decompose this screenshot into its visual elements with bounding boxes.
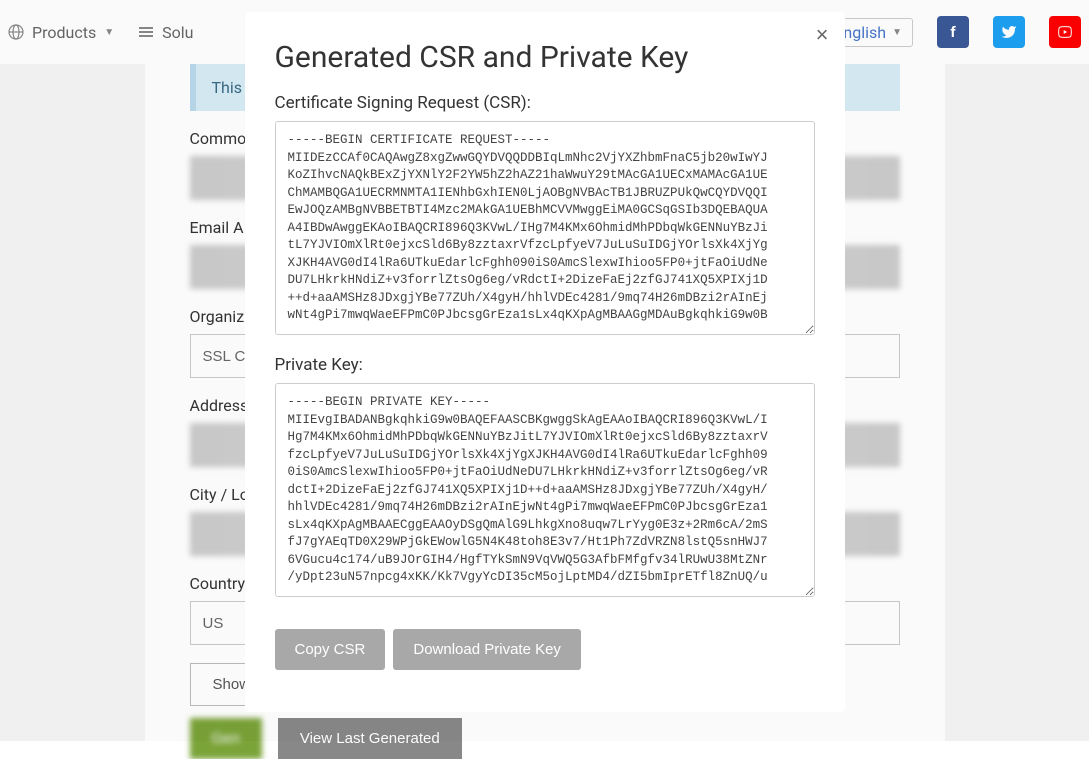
csr-label: Certificate Signing Request (CSR): [275,93,815,113]
private-key-textarea[interactable] [275,383,815,597]
close-button[interactable]: × [816,22,829,48]
csr-modal: × Generated CSR and Private Key Certific… [245,12,845,712]
csr-textarea[interactable] [275,121,815,335]
copy-csr-button[interactable]: Copy CSR [275,629,386,670]
modal-overlay[interactable]: × Generated CSR and Private Key Certific… [0,0,1089,741]
private-key-label: Private Key: [275,355,815,375]
modal-title: Generated CSR and Private Key [275,40,815,75]
download-private-key-button[interactable]: Download Private Key [393,629,581,670]
